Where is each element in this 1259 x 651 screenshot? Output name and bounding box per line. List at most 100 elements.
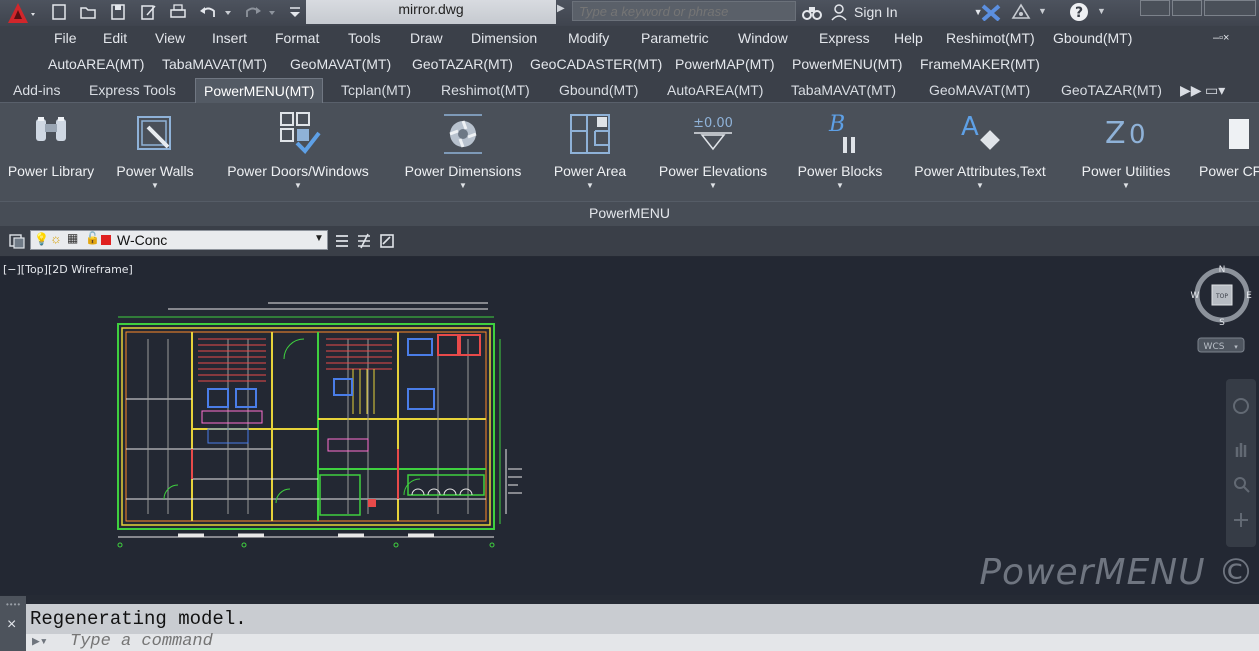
menu-draw[interactable]: Draw <box>410 30 443 46</box>
menu-geomavat[interactable]: GeoMAVAT(MT) <box>290 56 391 72</box>
application-menu-button[interactable] <box>0 0 40 26</box>
redo-dropdown-icon[interactable] <box>268 3 278 21</box>
power-walls-dropdown-icon[interactable]: ▼ <box>151 182 159 190</box>
customize-toolbar-icon[interactable] <box>286 3 304 21</box>
power-attributes-text-button[interactable]: A Power Attributes,Text ▼ <box>909 103 1051 199</box>
tab-add-ins[interactable]: Add-ins <box>13 78 60 102</box>
compass-north[interactable]: N <box>1219 265 1226 275</box>
menu-window[interactable]: Window <box>738 30 788 46</box>
drawing-canvas[interactable]: [−][Top][2D Wireframe] TOP N S E W WCS ▾… <box>0 257 1259 595</box>
power-attributes-text-dropdown-icon[interactable]: ▼ <box>976 182 984 190</box>
search-input[interactable] <box>572 1 796 21</box>
tab-geomavat[interactable]: GeoMAVAT(MT) <box>929 78 1030 102</box>
power-blocks-button[interactable]: B Power Blocks ▼ <box>795 103 885 199</box>
menu-powermap[interactable]: PowerMAP(MT) <box>675 56 775 72</box>
match-layer-icon[interactable] <box>356 232 372 250</box>
tab-tabamavat[interactable]: TabaMAVAT(MT) <box>791 78 896 102</box>
menu-format[interactable]: Format <box>275 30 319 46</box>
menu-modify[interactable]: Modify <box>568 30 609 46</box>
menu-tabamavat[interactable]: TabaMAVAT(MT) <box>162 56 267 72</box>
close-command-line-icon[interactable]: × <box>7 616 16 634</box>
menu-express[interactable]: Express <box>819 30 870 46</box>
menu-geotazar[interactable]: GeoTAZAR(MT) <box>412 56 513 72</box>
menu-gbound[interactable]: Gbound(MT) <box>1053 30 1132 46</box>
tab-tcplan[interactable]: Tcplan(MT) <box>341 78 411 102</box>
redo-icon[interactable] <box>244 3 262 21</box>
compass-south[interactable]: S <box>1219 318 1225 328</box>
orbit-icon[interactable] <box>1232 511 1250 529</box>
layer-vp-freeze-icon[interactable]: ▦ <box>67 231 78 245</box>
power-area-dropdown-icon[interactable]: ▼ <box>586 182 594 190</box>
layer-properties-icon[interactable] <box>8 232 26 250</box>
menu-view[interactable]: View <box>155 30 185 46</box>
command-prompt-icon[interactable]: ▶▾ <box>32 634 48 649</box>
save-as-icon[interactable] <box>139 3 157 21</box>
menu-autoarea[interactable]: AutoAREA(MT) <box>48 56 144 72</box>
power-utilities-dropdown-icon[interactable]: ▼ <box>1122 182 1130 190</box>
menu-help[interactable]: Help <box>894 30 923 46</box>
exchange-x-icon[interactable] <box>980 3 1002 21</box>
save-icon[interactable] <box>109 3 127 21</box>
menu-insert[interactable]: Insert <box>212 30 247 46</box>
document-window-controls[interactable]: –▫× <box>1213 32 1229 44</box>
help-icon[interactable]: ? <box>1068 1 1090 23</box>
compass-west[interactable]: W <box>1191 291 1200 301</box>
menu-parametric[interactable]: Parametric <box>641 30 709 46</box>
zoom-extents-icon[interactable] <box>1232 475 1250 493</box>
layer-color-swatch[interactable] <box>101 235 111 245</box>
maximize-button[interactable] <box>1172 0 1202 16</box>
close-window-button[interactable] <box>1204 0 1256 16</box>
menu-powermenu[interactable]: PowerMENU(MT) <box>792 56 902 72</box>
sign-in-button[interactable]: Sign In ▼ <box>830 0 983 24</box>
tab-reshimot[interactable]: Reshimot(MT) <box>441 78 530 102</box>
power-cf-button[interactable]: Power CF <box>1199 103 1259 199</box>
menu-tools[interactable]: Tools <box>348 30 381 46</box>
power-area-button[interactable]: Power Area ▼ <box>551 103 629 199</box>
open-folder-icon[interactable] <box>79 3 97 21</box>
viewcube[interactable]: TOP N S E W WCS ▾ <box>1188 263 1256 363</box>
compass-east[interactable]: E <box>1246 291 1252 301</box>
new-file-icon[interactable] <box>50 3 68 21</box>
steering-wheel-icon[interactable] <box>1232 397 1250 415</box>
power-dimensions-dropdown-icon[interactable]: ▼ <box>459 182 467 190</box>
tab-express-tools[interactable]: Express Tools <box>89 78 176 102</box>
a360-dropdown-icon[interactable]: ▼ <box>1038 6 1047 16</box>
ribbon-minimize-icon[interactable]: ▭▾ <box>1205 78 1225 102</box>
command-line-grip[interactable]: •••• × <box>0 596 26 651</box>
minimize-button[interactable] <box>1140 0 1170 16</box>
a360-icon[interactable] <box>1010 3 1034 21</box>
layer-dropdown-arrow-icon[interactable]: ▼ <box>314 233 324 244</box>
menu-geocadaster[interactable]: GeoCADASTER(MT) <box>530 56 662 72</box>
layer-on-icon[interactable]: 💡 <box>34 232 49 246</box>
pan-icon[interactable] <box>1232 439 1250 459</box>
wcs-menu[interactable]: WCS <box>1204 342 1225 352</box>
undo-dropdown-icon[interactable] <box>224 3 234 21</box>
make-current-layer-icon[interactable] <box>334 232 350 250</box>
power-blocks-dropdown-icon[interactable]: ▼ <box>836 182 844 190</box>
tab-autoarea[interactable]: AutoAREA(MT) <box>667 78 763 102</box>
binoculars-search-icon[interactable] <box>801 3 823 21</box>
tab-geotazar[interactable]: GeoTAZAR(MT) <box>1061 78 1162 102</box>
more-tabs-icon[interactable]: ▶▶ <box>1180 78 1202 102</box>
command-input-line[interactable]: ▶▾ <box>26 632 1259 651</box>
menu-reshimot[interactable]: Reshimot(MT) <box>946 30 1035 46</box>
power-elevations-button[interactable]: ±0.00 Power Elevations ▼ <box>655 103 771 199</box>
wcs-dropdown-icon[interactable]: ▾ <box>1234 344 1238 351</box>
search-expand-icon[interactable]: ▶ <box>557 3 571 21</box>
menu-dimension[interactable]: Dimension <box>471 30 537 46</box>
power-utilities-button[interactable]: Z 0 Power Utilities ▼ <box>1077 103 1175 199</box>
power-walls-button[interactable]: Power Walls ▼ <box>113 103 197 199</box>
power-doors-windows-dropdown-icon[interactable]: ▼ <box>294 182 302 190</box>
menu-file[interactable]: File <box>54 30 77 46</box>
viewcube-top-face[interactable]: TOP <box>1215 293 1228 300</box>
layer-thaw-icon[interactable]: ☼ <box>50 231 62 246</box>
tab-powermenu[interactable]: PowerMENU(MT) <box>195 78 324 103</box>
power-doors-windows-button[interactable]: Power Doors/Windows ▼ <box>221 103 375 199</box>
print-icon[interactable] <box>169 3 187 21</box>
help-dropdown-icon[interactable]: ▼ <box>1097 6 1106 16</box>
menu-framemaker[interactable]: FrameMAKER(MT) <box>920 56 1040 72</box>
power-dimensions-button[interactable]: Power Dimensions ▼ <box>401 103 525 199</box>
menu-edit[interactable]: Edit <box>103 30 127 46</box>
command-input[interactable] <box>70 632 970 651</box>
undo-icon[interactable] <box>199 3 217 21</box>
